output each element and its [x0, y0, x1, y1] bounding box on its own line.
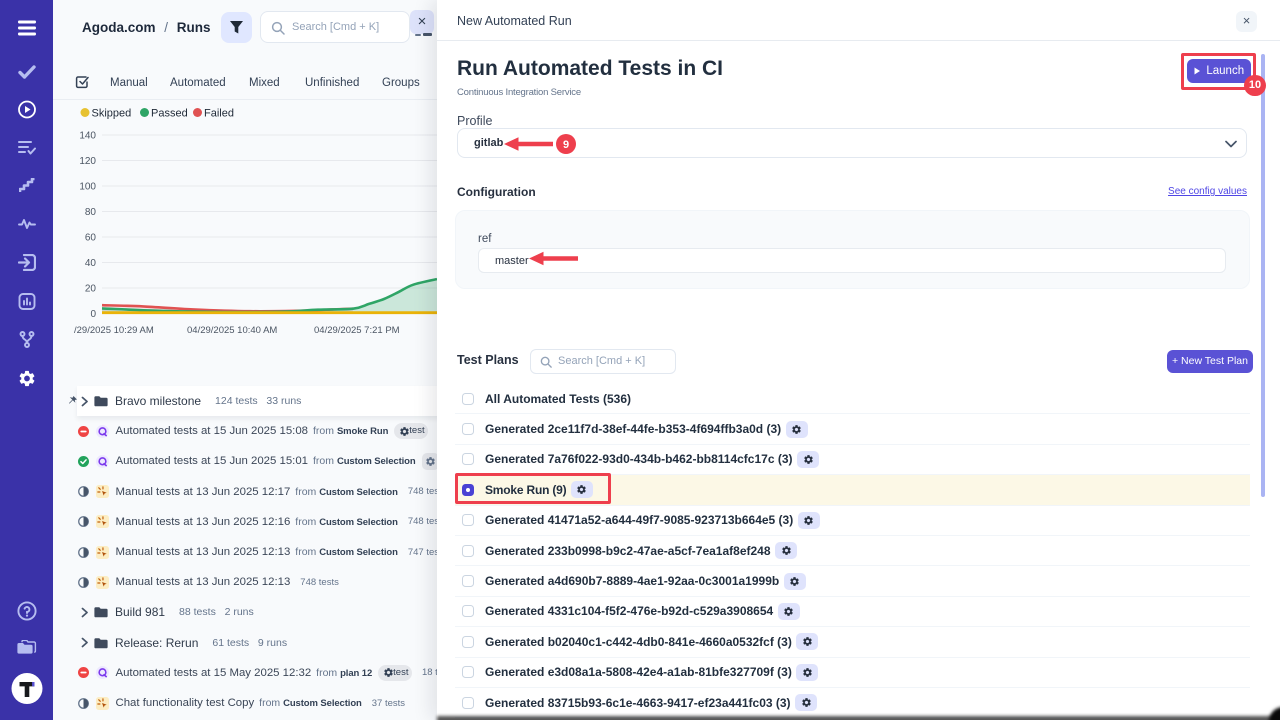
svg-text:9: 9	[563, 139, 569, 151]
svg-text:100: 100	[79, 182, 96, 193]
svg-text:Passed: Passed	[151, 108, 188, 120]
svg-text:0: 0	[90, 309, 96, 320]
svg-text:Skipped: Skipped	[92, 108, 132, 120]
svg-text:60: 60	[85, 233, 97, 244]
svg-text:04/29/2025 10:40 AM: 04/29/2025 10:40 AM	[187, 325, 277, 336]
svg-text:04/29/2025 7:21 PM: 04/29/2025 7:21 PM	[314, 325, 400, 336]
svg-text:20: 20	[85, 284, 97, 295]
svg-text:140: 140	[79, 131, 96, 142]
svg-text:Failed: Failed	[204, 108, 234, 120]
svg-text:80: 80	[85, 207, 97, 218]
svg-text:40: 40	[85, 258, 97, 269]
svg-text:120: 120	[79, 156, 96, 167]
svg-text:/29/2025 10:29 AM: /29/2025 10:29 AM	[74, 325, 154, 336]
